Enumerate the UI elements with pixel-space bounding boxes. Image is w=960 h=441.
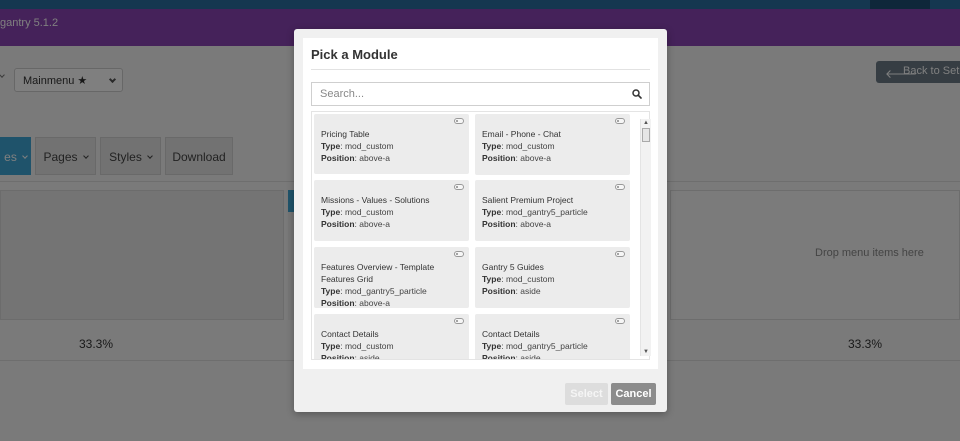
select-button[interactable]: Select	[565, 383, 608, 405]
toggle-icon[interactable]	[615, 251, 625, 257]
module-position: aside	[359, 353, 380, 360]
toggle-icon[interactable]	[454, 251, 464, 257]
scrollbar-thumb[interactable]	[642, 128, 650, 142]
module-position: aside	[520, 353, 541, 360]
module-card[interactable]: Salient Premium Project Type: mod_gantry…	[475, 180, 630, 241]
module-position: above-a	[359, 298, 390, 308]
module-position: above-a	[520, 153, 551, 163]
module-title: Salient Premium Project	[482, 195, 574, 205]
module-type: mod_gantry5_particle	[344, 286, 427, 296]
cancel-button[interactable]: Cancel	[611, 383, 656, 405]
search-input[interactable]: Search...	[311, 82, 650, 106]
module-title: Gantry 5 Guides	[482, 262, 544, 272]
module-card[interactable]: Gantry 5 Guides Type: mod_custom Positio…	[475, 247, 630, 308]
module-type: mod_gantry5_particle	[505, 207, 588, 217]
module-list[interactable]: Pricing Table Type: mod_custom Position:…	[311, 111, 650, 360]
module-position: above-a	[520, 219, 551, 229]
scroll-down-icon[interactable]: ▼	[643, 349, 649, 355]
module-type: mod_gantry5_particle	[505, 341, 588, 351]
modal-body: Pick a Module Search... Pricing Table Ty…	[303, 38, 658, 369]
module-type: mod_custom	[505, 274, 555, 284]
module-type: mod_custom	[344, 207, 394, 217]
scrollbar[interactable]: ▲ ▼	[640, 119, 651, 356]
module-card[interactable]: Contact Details Type: mod_custom Positio…	[314, 314, 469, 360]
module-title: Contact Details	[321, 329, 379, 339]
divider	[311, 69, 650, 70]
module-title: Pricing Table	[321, 129, 370, 139]
scroll-up-icon[interactable]: ▲	[643, 120, 649, 126]
module-type: mod_custom	[344, 341, 394, 351]
module-title: Email - Phone - Chat	[482, 129, 561, 139]
module-title: Contact Details	[482, 329, 540, 339]
module-card[interactable]: Features Overview - Template Features Gr…	[314, 247, 469, 308]
module-card[interactable]: Missions - Values - Solutions Type: mod_…	[314, 180, 469, 241]
search-placeholder: Search...	[320, 88, 365, 100]
toggle-icon[interactable]	[615, 118, 625, 124]
module-type: mod_custom	[344, 141, 394, 151]
toggle-icon[interactable]	[615, 184, 625, 190]
module-position: above-a	[359, 219, 390, 229]
toggle-icon[interactable]	[454, 318, 464, 324]
module-title: Missions - Values - Solutions	[321, 195, 430, 205]
module-position: aside	[520, 286, 541, 296]
module-card[interactable]: Pricing Table Type: mod_custom Position:…	[314, 114, 469, 174]
module-position: above-a	[359, 153, 390, 163]
module-card[interactable]: Email - Phone - Chat Type: mod_custom Po…	[475, 114, 630, 175]
toggle-icon[interactable]	[615, 318, 625, 324]
module-type: mod_custom	[505, 141, 555, 151]
modal-title: Pick a Module	[311, 47, 398, 62]
toggle-icon[interactable]	[454, 118, 464, 124]
toggle-icon[interactable]	[454, 184, 464, 190]
module-title: Features Overview - Template Features Gr…	[321, 262, 435, 284]
module-card[interactable]: Contact Details Type: mod_gantry5_partic…	[475, 314, 630, 360]
pick-module-modal: Pick a Module Search... Pricing Table Ty…	[294, 29, 667, 412]
search-icon[interactable]	[632, 89, 642, 99]
